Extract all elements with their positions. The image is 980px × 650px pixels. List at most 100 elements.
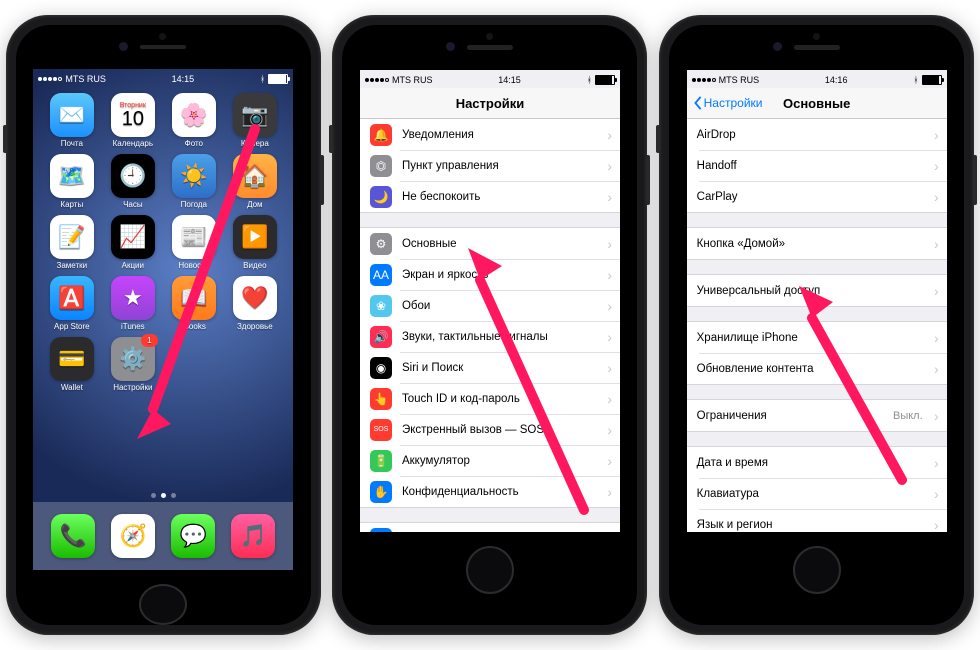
- settings-row[interactable]: Дата и время›: [687, 447, 947, 478]
- app-icon: ❤️: [233, 276, 277, 320]
- row-label: Конфиденциальность: [402, 486, 519, 498]
- settings-row[interactable]: Кнопка «Домой»›: [687, 228, 947, 259]
- settings-row[interactable]: Обновление контента›: [687, 353, 947, 384]
- signal-icon: [365, 78, 389, 82]
- dock-app-icon[interactable]: 🧭: [111, 514, 155, 558]
- app-Погода[interactable]: ☀️Погода: [165, 154, 222, 209]
- nav-title: Настройки: [456, 96, 525, 111]
- app-Акции[interactable]: 📈Акции: [104, 215, 161, 270]
- row-icon: 🔋: [370, 450, 392, 472]
- app-Фото[interactable]: 🌸Фото: [165, 93, 222, 148]
- row-label: Хранилище iPhone: [697, 332, 798, 344]
- app-Дом[interactable]: 🏠 Дом: [226, 154, 283, 209]
- app-icon: Вторник10: [111, 93, 155, 137]
- app-icon: 💳: [50, 337, 94, 381]
- dock-app-icon[interactable]: 🎵: [231, 514, 275, 558]
- signal-icon: [38, 77, 62, 81]
- settings-row[interactable]: 🔊Звуки, тактильные сигналы›: [360, 321, 620, 352]
- row-label: Ограничения: [697, 410, 767, 422]
- app-label: Дом: [247, 200, 262, 209]
- home-button[interactable]: [139, 584, 187, 625]
- back-label: Настройки: [704, 96, 763, 110]
- app-Видео[interactable]: ▶️Видео: [226, 215, 283, 270]
- app-Календарь[interactable]: Вторник10Календарь: [104, 93, 161, 148]
- battery-icon: [922, 75, 942, 85]
- back-button[interactable]: Настройки: [693, 96, 763, 110]
- app-App Store[interactable]: 🅰️App Store: [43, 276, 100, 331]
- row-label: Пункт управления: [402, 160, 499, 172]
- chevron-right-icon: ›: [934, 486, 939, 502]
- phone-settings-root: MTS RUS 14:15 ᚼ Настройки 🔔Уведомления›⏣…: [332, 15, 647, 635]
- row-label: Экран и яркость: [402, 269, 488, 281]
- settings-row[interactable]: CarPlay›: [687, 181, 947, 212]
- app-icon: 🌸: [172, 93, 216, 137]
- settings-row[interactable]: 🔔Уведомления›: [360, 119, 620, 150]
- signal-icon: [692, 78, 716, 82]
- proximity-sensor: [159, 33, 166, 40]
- app-Почта[interactable]: ✉️ Почта: [43, 93, 100, 148]
- row-label: Язык и регион: [697, 519, 773, 531]
- app-icon: 🏠: [233, 154, 277, 198]
- bluetooth-icon: ᚼ: [260, 74, 265, 84]
- app-Часы[interactable]: 🕘Часы: [104, 154, 161, 209]
- settings-row[interactable]: ОграниченияВыкл.›: [687, 400, 947, 431]
- clock: 14:15: [172, 74, 195, 84]
- app-iTunes[interactable]: ★iTunes: [104, 276, 161, 331]
- row-label: Аккумулятор: [402, 455, 470, 467]
- settings-group: Хранилище iPhone›Обновление контента›: [687, 321, 947, 385]
- bezel: MTS RUS 14:15 ᚼ Настройки 🔔Уведомления›⏣…: [342, 25, 637, 625]
- app-Настройки[interactable]: ⚙️1Настройки: [104, 337, 161, 392]
- app-Новости[interactable]: 📰Новости: [165, 215, 222, 270]
- row-label: Handoff: [697, 160, 737, 172]
- settings-row[interactable]: 🌙Не беспокоить›: [360, 181, 620, 212]
- app-icon: ✉️: [50, 93, 94, 137]
- settings-row[interactable]: ⒶiTunes Store и App Store›: [360, 523, 620, 532]
- app-Здоровье[interactable]: ❤️ Здоровье: [226, 276, 283, 331]
- settings-row[interactable]: Handoff›: [687, 150, 947, 181]
- chevron-right-icon: ›: [934, 189, 939, 205]
- chevron-right-icon: ›: [934, 361, 939, 377]
- settings-row[interactable]: Клавиатура›: [687, 478, 947, 509]
- settings-row[interactable]: Хранилище iPhone›: [687, 322, 947, 353]
- app-iBooks[interactable]: 📖iBooks: [165, 276, 222, 331]
- settings-row[interactable]: SOSЭкстренный вызов — SOS›: [360, 414, 620, 445]
- settings-row[interactable]: 👆Touch ID и код-пароль›: [360, 383, 620, 414]
- screen: MTS RUS 14:15 ᚼ Настройки 🔔Уведомления›⏣…: [360, 70, 620, 532]
- row-label: Основные: [402, 238, 457, 250]
- app-icon: 🗺️: [50, 154, 94, 198]
- settings-row[interactable]: 🔋Аккумулятор›: [360, 445, 620, 476]
- app-Камера[interactable]: 📷Камера: [226, 93, 283, 148]
- settings-row[interactable]: AirDrop›: [687, 119, 947, 150]
- settings-row[interactable]: ⏣Пункт управления›: [360, 150, 620, 181]
- row-icon: ✋: [370, 481, 392, 503]
- app-Wallet[interactable]: 💳Wallet: [43, 337, 100, 392]
- app-Заметки[interactable]: 📝Заметки: [43, 215, 100, 270]
- bluetooth-icon: ᚼ: [913, 75, 918, 85]
- settings-row[interactable]: AAЭкран и яркость›: [360, 259, 620, 290]
- status-bar: MTS RUS 14:15 ᚼ: [360, 70, 620, 88]
- app-label: Акции: [122, 261, 144, 270]
- row-label: Обои: [402, 300, 430, 312]
- app-label: iBooks: [182, 322, 206, 331]
- settings-group: Кнопка «Домой»›: [687, 227, 947, 260]
- settings-row[interactable]: ✋Конфиденциальность›: [360, 476, 620, 507]
- chevron-right-icon: ›: [607, 127, 612, 143]
- app-label: Настройки: [113, 383, 152, 392]
- dock-app-icon[interactable]: 📞: [51, 514, 95, 558]
- row-icon: 🔊: [370, 326, 392, 348]
- app-label: Заметки: [57, 261, 88, 270]
- app-Карты[interactable]: 🗺️Карты: [43, 154, 100, 209]
- row-label: Дата и время: [697, 457, 768, 469]
- app-label: Почта: [61, 139, 83, 148]
- settings-row[interactable]: Универсальный доступ›: [687, 275, 947, 306]
- app-label: Здоровье: [237, 322, 273, 331]
- dock-app-icon[interactable]: 💬: [171, 514, 215, 558]
- screen: MTS RUS 14:16 ᚼ Настройки Основные AirDr…: [687, 70, 947, 532]
- home-button[interactable]: [466, 546, 514, 594]
- home-button[interactable]: [793, 546, 841, 594]
- settings-row[interactable]: ❀Обои›: [360, 290, 620, 321]
- chevron-right-icon: ›: [607, 298, 612, 314]
- settings-row[interactable]: ⚙Основные›: [360, 228, 620, 259]
- settings-row[interactable]: ◉Siri и Поиск›: [360, 352, 620, 383]
- settings-row[interactable]: Язык и регион›: [687, 509, 947, 532]
